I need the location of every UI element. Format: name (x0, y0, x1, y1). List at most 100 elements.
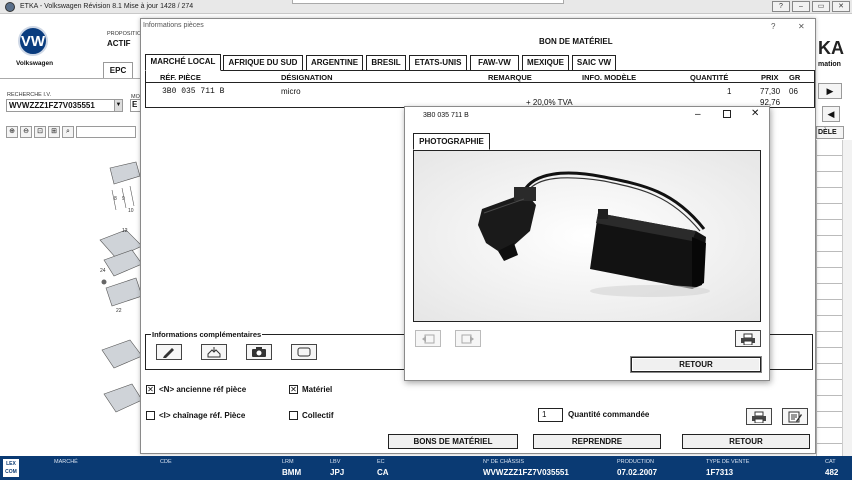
close-app-button[interactable]: ✕ (832, 1, 850, 12)
tab-afrique-du-sud[interactable]: AFRIQUE DU SUD (223, 55, 303, 70)
right-scrollbar[interactable] (842, 140, 852, 458)
col-ref: RÉF. PIÈCE (160, 73, 201, 82)
production-value: 07.02.2007 (617, 468, 658, 477)
svg-text:10: 10 (128, 208, 134, 214)
zoom-field[interactable] (76, 126, 136, 138)
photo-close-button[interactable]: ✕ (751, 108, 759, 119)
svg-text:12: 12 (122, 228, 128, 234)
tab-bresil[interactable]: BRESIL (366, 55, 406, 70)
lbv-label: LBV (330, 459, 341, 465)
proposition-label: PROPOSITIO (107, 31, 142, 37)
materiel-checkbox[interactable]: ✕ (289, 385, 298, 394)
ec-label: EC (377, 459, 385, 465)
cat-value: 482 (825, 468, 839, 477)
blank-frame-icon[interactable] (291, 344, 317, 360)
lexcom-logo: LEX COM (3, 459, 19, 477)
photo-next-icon[interactable] (455, 330, 481, 347)
zoom-in-icon[interactable]: ⊕ (6, 126, 18, 138)
zoom-window-icon[interactable]: ⊞ (48, 126, 60, 138)
retour-button[interactable]: RETOUR (682, 434, 810, 449)
table-row[interactable]: 3B0 035 711 B micro + 20,0% TVA 1 77,30 … (146, 84, 814, 108)
type-vente-label: TYPE DE VENTE (706, 459, 750, 465)
row-gr: 06 (789, 87, 798, 96)
tab-mexique[interactable]: MEXIQUE (522, 55, 569, 70)
photo-tab[interactable]: PHOTOGRAPHIE (413, 133, 490, 150)
right-panel: KA mation ▶ ◀ DÈLE (816, 18, 852, 458)
svg-text:24: 24 (100, 268, 106, 274)
help-button[interactable]: ? (772, 1, 790, 12)
cat-label: CAT (825, 459, 836, 465)
collectif-checkbox[interactable] (289, 411, 298, 420)
photo-maximize-button[interactable] (723, 110, 731, 118)
vin-dropdown-icon[interactable]: ▼ (114, 100, 122, 111)
vin-input[interactable]: WVWZZZ1FZ7V035551 (6, 99, 123, 112)
col-info-modele: INFO. MODÈLE (582, 73, 637, 82)
col-gr: GR (789, 73, 801, 82)
etka-partial-logo-sub: mation (818, 61, 841, 68)
col-designation: DÉSIGNATION (281, 73, 333, 82)
bons-de-materiel-button[interactable]: BONS DE MATÉRIEL (388, 434, 518, 449)
hands-transfer-icon[interactable] (201, 344, 227, 360)
photo-prev-icon[interactable] (415, 330, 441, 347)
photo-print-icon[interactable] (735, 330, 761, 347)
lrm-label: LRM (282, 459, 294, 465)
camera-icon[interactable] (246, 344, 272, 360)
col-prix: PRIX (761, 73, 779, 82)
production-label: PRODUCTION (617, 459, 654, 465)
ec-value: CA (377, 468, 389, 477)
left-divider (0, 78, 140, 79)
lexcom-text: LEX COM (5, 461, 17, 475)
tab-saic-vw[interactable]: SAIC VW (572, 55, 616, 70)
row-quantite: 1 (727, 87, 732, 96)
back-nav-button[interactable]: ◀ (822, 106, 840, 122)
type-vente-value: 1F7313 (706, 468, 734, 477)
reprendre-button[interactable]: REPRENDRE (533, 434, 661, 449)
zoom-search-icon[interactable]: ⌕ (62, 126, 74, 138)
maximize-button[interactable]: ▭ (812, 1, 830, 12)
row-prix: 77,30 (760, 87, 781, 96)
parts-diagram[interactable]: 8 910 12 24 22 (96, 150, 142, 440)
tab-faw-vw[interactable]: FAW-VW (470, 55, 519, 70)
bon-de-materiel-title: BON DE MATÉRIEL (539, 37, 613, 46)
col-quantite: QUANTITÉ (690, 73, 729, 82)
vw-logo: VW (18, 26, 48, 56)
tab-argentine[interactable]: ARGENTINE (306, 55, 363, 70)
brand-name: Volkswagen (16, 60, 54, 67)
epc-tab[interactable]: EPC (103, 62, 133, 78)
zoom-toolbar: ⊕ ⊖ ⊡ ⊞ ⌕ (6, 126, 140, 140)
info-complementaires-label: Informations complémentaires (151, 330, 263, 339)
zoom-out-icon[interactable]: ⊖ (20, 126, 32, 138)
ancienne-ref-checkbox[interactable]: ✕ (146, 385, 155, 394)
minimize-button[interactable]: – (792, 1, 810, 12)
photo-retour-button[interactable]: RETOUR (631, 357, 761, 372)
status-bar: LEX COM MARCHÉ CDE LRM BMM LBV JPJ EC CA… (0, 456, 852, 480)
tab-etats-unis[interactable]: ETATS-UNIS (409, 55, 467, 70)
dialog-help-button[interactable]: ? (771, 22, 775, 31)
quantite-input[interactable]: 1 (538, 408, 563, 422)
materiel-label: Matériel (302, 385, 333, 394)
etka-partial-logo: KA (818, 38, 844, 58)
collectif-label: Collectif (302, 411, 334, 420)
quantite-label: Quantité commandée (568, 410, 650, 419)
photo-window-title: 3B0 035 711 B (423, 112, 469, 119)
print-icon[interactable] (746, 408, 772, 425)
edit-pencil-icon[interactable] (156, 344, 182, 360)
chainage-ref-checkbox[interactable] (146, 411, 155, 420)
tab-marche-local[interactable]: MARCHÉ LOCAL (145, 54, 221, 71)
photo-window: 3B0 035 711 B – ✕ PHOTOGRAPHIE RETOUR (404, 106, 770, 381)
svg-text:9: 9 (122, 196, 125, 202)
cde-label: CDE (160, 459, 172, 465)
vin-value: WVWZZZ1FZ7V035551 (9, 101, 95, 110)
right-nav-button[interactable]: ▶ (818, 83, 842, 99)
col-remarque: REMARQUE (488, 73, 532, 82)
photo-minimize-button[interactable]: – (695, 109, 701, 120)
order-note-icon[interactable] (782, 408, 808, 425)
title-search-box[interactable] (292, 0, 564, 4)
zoom-fit-icon[interactable]: ⊡ (34, 126, 46, 138)
svg-text:8: 8 (114, 196, 117, 202)
lbv-value: JPJ (330, 468, 345, 477)
svg-text:22: 22 (116, 308, 122, 314)
ancienne-ref-label: <N> ancienne réf pièce (159, 385, 247, 394)
marche-label: MARCHÉ (54, 459, 78, 465)
dialog-close-button[interactable]: ✕ (798, 22, 805, 31)
